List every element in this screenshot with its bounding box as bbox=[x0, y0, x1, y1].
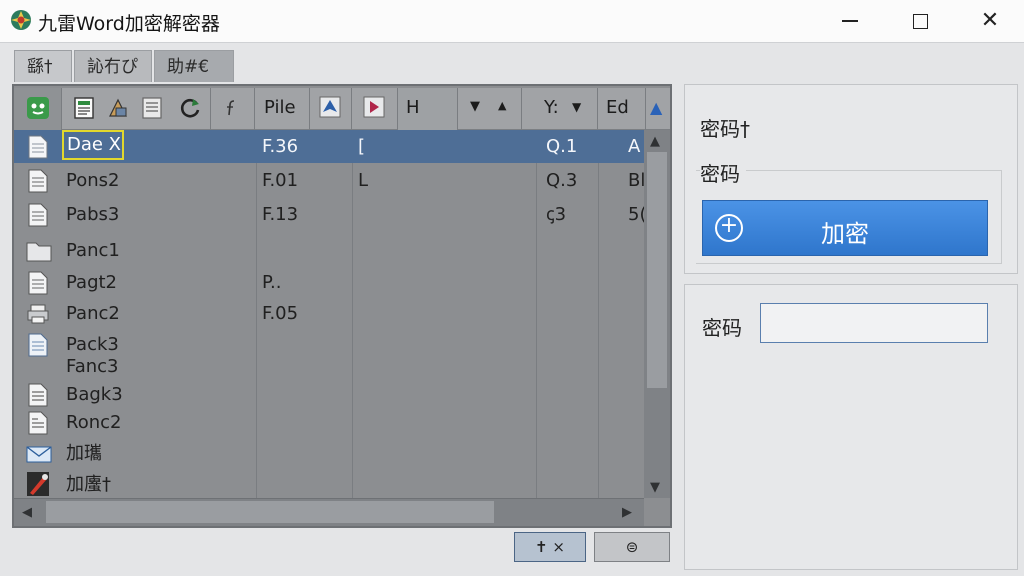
chevron-down-icon[interactable]: ▼ bbox=[650, 480, 660, 495]
group-label: 密码 bbox=[700, 158, 746, 187]
toolbar-separator bbox=[254, 88, 255, 130]
document-icon bbox=[28, 271, 48, 295]
tab-1[interactable]: 繇† bbox=[14, 50, 72, 82]
list-toolbar: Pile H ▼ ▲ Y: ▼ Ed ▲ bbox=[14, 88, 670, 130]
tab-3[interactable]: 助#€ bbox=[154, 50, 234, 82]
pen-eraser-icon[interactable] bbox=[106, 96, 130, 120]
chevron-right-icon[interactable]: ▶ bbox=[622, 505, 632, 520]
column-header-pile[interactable]: Pile bbox=[256, 88, 310, 130]
table-row[interactable]: Pons2 F.01 L Q.3 Bl bbox=[14, 164, 646, 197]
sort-up-icon bbox=[319, 96, 341, 118]
password-input[interactable] bbox=[760, 303, 988, 343]
file-cell: P.. bbox=[262, 272, 282, 293]
document-icon bbox=[28, 383, 48, 407]
file-cell: F.13 bbox=[262, 204, 299, 225]
add-remove-button[interactable]: ✝ × bbox=[514, 532, 586, 562]
refresh-icon[interactable] bbox=[178, 96, 202, 120]
column-label: Y: bbox=[544, 97, 559, 118]
file-name: 加瓗 bbox=[66, 443, 102, 464]
red-tool-icon bbox=[27, 472, 49, 496]
document-icon bbox=[28, 135, 48, 159]
file-cell: Bl bbox=[628, 170, 646, 191]
table-row[interactable]: Pagt2 P.. bbox=[14, 266, 644, 299]
function-icon[interactable] bbox=[220, 96, 244, 120]
password-label: 密码 bbox=[702, 316, 742, 340]
column-label: Pile bbox=[264, 97, 296, 118]
chevron-down-icon[interactable]: ▼ bbox=[572, 100, 581, 114]
encrypt-button-label: 加密 bbox=[821, 220, 869, 248]
chevron-up-icon[interactable]: ▲ bbox=[498, 99, 506, 112]
file-name: Panc1 bbox=[66, 240, 120, 261]
chevron-left-icon[interactable]: ◀ bbox=[22, 505, 32, 520]
chevron-up-icon: ▲ bbox=[650, 98, 663, 117]
document-icon bbox=[28, 203, 48, 227]
maximize-icon bbox=[912, 13, 928, 29]
table-row[interactable]: Panc1 bbox=[14, 234, 644, 267]
file-name: Ronc2 bbox=[66, 412, 122, 433]
green-app-icon bbox=[27, 97, 49, 119]
chevron-up-icon[interactable]: ▲ bbox=[650, 134, 660, 149]
printer-icon bbox=[27, 304, 49, 324]
toolbar-cell[interactable] bbox=[352, 88, 398, 130]
toolbar-separator bbox=[210, 88, 211, 130]
file-name: Pabs3 bbox=[66, 204, 120, 225]
file-cell: F.05 bbox=[262, 303, 299, 324]
sort-controls[interactable]: ▼ ▲ bbox=[458, 88, 522, 130]
file-cell: Q.1 bbox=[546, 136, 578, 157]
maximize-button[interactable] bbox=[890, 0, 950, 42]
table-row[interactable]: 加螷† bbox=[14, 468, 644, 501]
tab-2[interactable]: 訫冇ぴ bbox=[74, 50, 152, 82]
file-cell: Q.3 bbox=[546, 170, 578, 191]
column-label: Ed bbox=[606, 97, 629, 118]
toolbar-cell[interactable] bbox=[14, 88, 62, 130]
document-icon[interactable] bbox=[72, 96, 96, 120]
mail-icon bbox=[26, 446, 52, 463]
vertical-scroll-thumb[interactable] bbox=[647, 152, 667, 388]
file-name: 加螷† bbox=[66, 474, 111, 495]
toolbar-cell[interactable] bbox=[310, 88, 352, 130]
file-cell: [ bbox=[358, 136, 366, 157]
file-name: Panc2 bbox=[66, 303, 120, 324]
table-row[interactable]: Pabs3 F.13 ꞔ3 5( bbox=[14, 198, 646, 231]
file-cell: ꞔ3 bbox=[546, 204, 567, 225]
file-name-edit[interactable]: Dae X bbox=[62, 130, 124, 160]
file-name: Pagt2 bbox=[66, 272, 118, 293]
document-icon bbox=[28, 411, 48, 435]
column-header-h[interactable]: H bbox=[398, 88, 458, 130]
file-cell: F.01 bbox=[262, 170, 299, 191]
folder-icon bbox=[26, 242, 52, 262]
column-header-ed[interactable]: Ed bbox=[598, 88, 646, 130]
file-cell: F.36 bbox=[262, 136, 299, 157]
encrypt-button[interactable]: + 加密 bbox=[702, 200, 988, 256]
chevron-down-icon[interactable]: ▼ bbox=[470, 99, 480, 114]
table-row[interactable]: 加瓗 bbox=[14, 437, 644, 470]
horizontal-scroll-thumb[interactable] bbox=[46, 501, 494, 523]
panel-label: 密码† bbox=[700, 117, 750, 141]
minimize-button[interactable] bbox=[820, 0, 880, 42]
close-button[interactable]: ✕ bbox=[960, 0, 1020, 42]
file-cell: L bbox=[358, 170, 369, 191]
minimize-icon bbox=[842, 20, 858, 22]
close-icon: ✕ bbox=[980, 8, 1000, 33]
options-button[interactable]: ⊜ bbox=[594, 532, 670, 562]
table-row[interactable]: Panc2 F.05 bbox=[14, 297, 644, 330]
file-name: Pons2 bbox=[66, 170, 120, 191]
column-header-y[interactable]: Y: ▼ bbox=[536, 88, 598, 130]
bookmark-icon bbox=[363, 96, 385, 118]
file-cell: A bbox=[628, 136, 641, 157]
table-row[interactable]: Ronc2 bbox=[14, 406, 644, 439]
list-icon[interactable] bbox=[140, 96, 164, 120]
window-title: 九雷Word加密解密器 bbox=[38, 13, 220, 35]
column-label: H bbox=[406, 97, 420, 118]
document-icon bbox=[28, 169, 48, 193]
app-logo-icon bbox=[11, 10, 31, 30]
scroll-up-button[interactable]: ▲ bbox=[646, 88, 670, 130]
